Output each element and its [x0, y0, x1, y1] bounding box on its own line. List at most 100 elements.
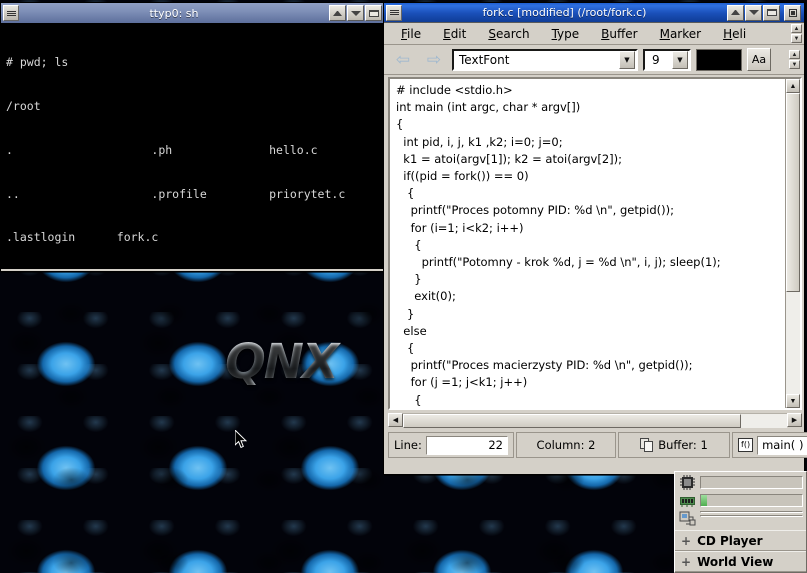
function-icon: f() [738, 438, 754, 452]
buffer-status-cell[interactable]: Buffer: 1 [618, 432, 730, 458]
editor-window-buttons[interactable] [727, 4, 802, 21]
editor-title: fork.c [modified] (/root/fork.c) [482, 6, 647, 19]
hscroll-left-icon[interactable]: ◀ [388, 413, 403, 427]
column-label: Column: 2 [536, 438, 596, 452]
world-view-label: World View [697, 554, 774, 569]
world-view-expander-icon[interactable]: + [681, 555, 691, 569]
forward-arrow-icon[interactable]: ⇨ [421, 49, 447, 71]
terminal-line: .lastlogin fork.c [6, 230, 159, 245]
menu-edit[interactable]: Edit [432, 27, 477, 41]
terminal-line: . .ph hello.c [6, 142, 318, 157]
toolbar-scroll-down-icon[interactable]: ▼ [789, 60, 800, 69]
terminal-line: .. .profile priorytet.c [6, 186, 346, 201]
terminal-window-buttons[interactable] [329, 5, 383, 21]
network-icon [679, 511, 696, 526]
qnx-logo: QNX [176, 334, 386, 390]
scroll-down-icon[interactable]: ▼ [786, 394, 800, 408]
cpu-gauge-row[interactable] [675, 472, 806, 490]
font-size-combo[interactable]: 9 ▼ [643, 48, 691, 71]
source-code-text[interactable]: # include <stdio.h> int main (int argc, … [390, 79, 785, 408]
column-status-cell: Column: 2 [516, 432, 616, 458]
back-arrow-icon[interactable]: ⇦ [390, 49, 416, 71]
terminal-system-menu-icon[interactable] [3, 5, 19, 21]
code-horizontal-scrollbar[interactable]: ◀ ▶ [388, 412, 802, 428]
memory-gauge-row[interactable] [675, 490, 806, 508]
menubar-scroll-up-icon[interactable]: ▲ [791, 24, 802, 33]
line-number-input[interactable]: 22 [425, 435, 508, 455]
terminal-restore-button[interactable] [365, 5, 382, 21]
font-size-value: 9 [652, 52, 660, 67]
editor-system-menu-icon[interactable] [386, 4, 402, 21]
cpu-gauge-bar [700, 476, 803, 489]
menu-help[interactable]: Heli [712, 27, 746, 41]
cd-player-expander-icon[interactable]: + [681, 534, 691, 548]
memory-stick-icon [680, 497, 695, 507]
font-name-chevron-down-icon[interactable]: ▼ [619, 50, 635, 69]
terminal-window[interactable]: ttyp0: sh # pwd; ls /root . .ph hello.c … [0, 2, 386, 272]
terminal-output[interactable]: # pwd; ls /root . .ph hello.c .. .profil… [1, 23, 385, 269]
editor-window[interactable]: fork.c [modified] (/root/fork.c) File Ed… [383, 2, 807, 475]
editor-toolbar[interactable]: ⇦ ⇨ TextFont ▼ 9 ▼ Aa ▲ ▼ [384, 45, 804, 75]
menu-search-rest: earch [495, 26, 530, 41]
editor-maximize-button[interactable] [745, 4, 762, 21]
network-in-bar [700, 511, 803, 513]
terminal-line: /root [6, 98, 41, 113]
menu-help-rest: eli [732, 26, 747, 41]
editor-menubar[interactable]: File Edit Search Type Buffer Marker Heli… [384, 23, 804, 45]
antialias-button[interactable]: Aa [747, 48, 771, 71]
function-status-cell[interactable]: f() main( ) [732, 432, 807, 458]
menu-buffer-rest: uffer [609, 26, 638, 41]
editor-close-button[interactable] [784, 4, 801, 21]
vscroll-track[interactable] [786, 93, 800, 394]
editor-minimize-button[interactable] [727, 4, 744, 21]
hscroll-thumb[interactable] [403, 413, 741, 428]
desktop: QNX ttyp0: sh # pwd; ls /root . .ph hell… [0, 0, 807, 573]
terminal-maximize-button[interactable] [347, 5, 364, 21]
network-out-bar [700, 515, 803, 517]
line-status-cell[interactable]: Line: 22 [388, 432, 514, 458]
editor-titlebar[interactable]: fork.c [modified] (/root/fork.c) [384, 3, 804, 23]
menubar-scroll-arrows[interactable]: ▲ ▼ [791, 24, 802, 43]
buffer-stack-icon [640, 438, 654, 452]
scroll-up-icon[interactable]: ▲ [786, 79, 800, 93]
hscroll-track[interactable] [403, 412, 787, 428]
menu-edit-rest: dit [450, 26, 467, 41]
terminal-titlebar[interactable]: ttyp0: sh [1, 3, 385, 23]
terminal-line: # pwd; ls [6, 55, 69, 70]
menu-file[interactable]: File [390, 27, 432, 41]
font-size-chevron-down-icon[interactable]: ▼ [672, 50, 688, 69]
network-gauge-row[interactable] [675, 508, 806, 526]
menu-buffer[interactable]: Buffer [590, 27, 648, 41]
code-vertical-scrollbar[interactable]: ▲ ▼ [785, 79, 800, 408]
menubar-scroll-down-icon[interactable]: ▼ [791, 34, 802, 43]
toolbar-scroll-arrows[interactable]: ▲ ▼ [789, 50, 800, 69]
vscroll-thumb[interactable] [786, 93, 800, 292]
text-color-swatch[interactable] [696, 48, 742, 71]
hscroll-right-icon[interactable]: ▶ [787, 413, 802, 427]
function-name-value[interactable]: main( ) [757, 435, 807, 455]
cd-player-label: CD Player [697, 533, 763, 548]
terminal-title: ttyp0: sh [149, 6, 199, 20]
panel-item-cd-player[interactable]: + CD Player [675, 530, 806, 551]
menu-marker-rest: arker [669, 26, 702, 41]
buffer-label: Buffer: 1 [658, 438, 708, 452]
menu-edit-mnemonic: E [443, 26, 451, 41]
system-monitor-panel[interactable]: + CD Player + World View [674, 471, 807, 573]
network-gauge-stack [700, 511, 803, 517]
terminal-minimize-button[interactable] [329, 5, 346, 21]
font-name-combo[interactable]: TextFont ▼ [452, 48, 638, 71]
line-label: Line: [394, 438, 422, 452]
font-name-value: TextFont [459, 52, 510, 67]
cpu-chip-icon [680, 475, 695, 490]
editor-restore-button[interactable] [763, 4, 780, 21]
menu-type[interactable]: Type [541, 27, 591, 41]
memory-gauge-bar [700, 494, 803, 507]
code-editor-area[interactable]: # include <stdio.h> int main (int argc, … [388, 77, 802, 410]
panel-item-world-view[interactable]: + World View [675, 551, 806, 572]
toolbar-scroll-up-icon[interactable]: ▲ [789, 50, 800, 59]
menu-file-rest: ile [407, 26, 422, 41]
editor-statusbar: Line: 22 Column: 2 Buffer: 1 f() main( ) [388, 432, 807, 458]
menu-help-mnemonic: H [723, 26, 733, 41]
menu-search[interactable]: Search [477, 27, 540, 41]
menu-marker[interactable]: Marker [649, 27, 712, 41]
